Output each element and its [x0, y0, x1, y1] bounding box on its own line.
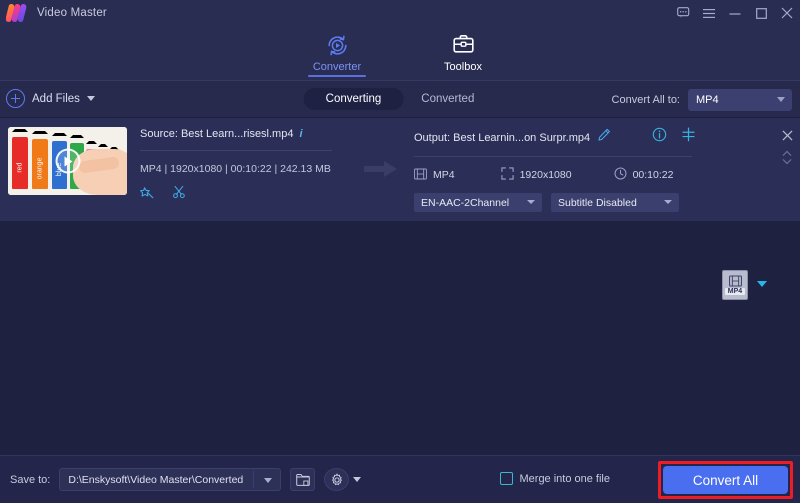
settings-chevron-down-icon[interactable]	[353, 477, 361, 482]
convert-all-to-label: Convert All to:	[612, 94, 680, 106]
output-duration-value: 00:10:22	[633, 169, 674, 181]
add-files-label: Add Files	[32, 93, 80, 105]
hand-in-thumbnail	[73, 149, 127, 195]
tab-converter-label: Converter	[313, 61, 361, 73]
title-bar: Video Master	[0, 0, 800, 26]
converting-converted-segment: Converting Converted	[304, 88, 497, 110]
conversion-list: red orange blue	[0, 118, 800, 455]
minimize-icon[interactable]	[722, 0, 748, 26]
remove-item-button[interactable]	[782, 128, 793, 146]
tab-active-underline	[308, 75, 366, 77]
output-title-row: Output: Best Learnin...on Surpr.mp4	[414, 128, 704, 147]
audio-track-dropdown[interactable]: EN-AAC-2Channel	[414, 193, 542, 212]
video-master-window: Video Master	[0, 0, 800, 503]
maximize-icon[interactable]	[748, 0, 774, 26]
format-dropdown-caret-icon[interactable]	[757, 281, 767, 287]
expand-collapse-icon[interactable]	[782, 150, 792, 170]
merge-checkbox[interactable]	[500, 472, 513, 485]
save-path-value: D:\Enskysoft\Video Master\Converted	[68, 474, 243, 486]
converter-icon	[325, 32, 350, 58]
source-title-row: Source: Best Learn...risesl.mp4 i	[140, 128, 345, 140]
output-action-icons	[652, 127, 696, 147]
tab-toolbox[interactable]: Toolbox	[426, 30, 500, 73]
close-icon[interactable]	[774, 0, 800, 26]
edit-magic-icon[interactable]	[140, 185, 154, 204]
output-metadata-row: MP4 1920x1080	[414, 167, 704, 183]
film-icon	[414, 168, 427, 183]
output-resolution-value: 1920x1080	[520, 169, 572, 181]
output-format-value: MP4	[433, 169, 455, 181]
window-controls	[670, 0, 800, 26]
conversion-item-card: red orange blue	[0, 118, 800, 221]
tab-converter[interactable]: Converter	[300, 30, 374, 73]
output-settings-icon[interactable]	[681, 127, 696, 147]
save-path-input[interactable]: D:\Enskysoft\Video Master\Converted	[59, 468, 281, 491]
main-nav-tabs: Converter Toolbox	[0, 26, 800, 80]
source-info-block: Source: Best Learn...risesl.mp4 i MP4 | …	[140, 128, 345, 204]
menu-icon[interactable]	[696, 0, 722, 26]
chevron-down-icon	[527, 200, 535, 204]
source-tool-icons	[140, 185, 345, 204]
convert-all-to-value: MP4	[696, 94, 719, 106]
toolbox-icon	[451, 32, 476, 58]
convert-all-button[interactable]: Convert All	[663, 466, 788, 494]
audio-track-value: EN-AAC-2Channel	[421, 197, 509, 209]
video-thumbnail[interactable]: red orange blue	[8, 127, 127, 195]
clock-icon	[614, 167, 627, 183]
output-resolution-group: 1920x1080	[501, 167, 572, 183]
play-button-overlay[interactable]	[55, 149, 80, 174]
subtitle-track-dropdown[interactable]: Subtitle Disabled	[551, 193, 679, 212]
source-filename: Source: Best Learn...risesl.mp4	[140, 128, 293, 140]
save-to-label: Save to:	[10, 474, 50, 486]
feedback-icon[interactable]	[670, 0, 696, 26]
output-info-icon[interactable]	[652, 127, 667, 147]
segment-converted[interactable]: Converted	[403, 88, 496, 110]
trim-scissors-icon[interactable]	[172, 185, 186, 204]
save-to-group: Save to: D:\Enskysoft\Video Master\Conve…	[10, 468, 361, 491]
output-duration-group: 00:10:22	[614, 167, 674, 183]
source-divider	[140, 150, 332, 151]
action-toolbar: Add Files Converting Converted Convert A…	[0, 80, 800, 118]
rename-pencil-icon[interactable]	[597, 128, 611, 147]
merge-into-one-file-group[interactable]: Merge into one file	[500, 472, 611, 485]
output-track-dropdowns: EN-AAC-2Channel Subtitle Disabled	[414, 193, 704, 212]
settings-gear-button[interactable]	[324, 468, 349, 491]
conversion-arrow-icon	[364, 160, 398, 183]
app-title: Video Master	[37, 7, 107, 19]
output-info-block: Output: Best Learnin...on Surpr.mp4	[414, 128, 704, 212]
browse-folder-button[interactable]	[290, 468, 315, 491]
plus-circle-icon	[6, 89, 25, 108]
chevron-down-icon	[664, 200, 672, 204]
info-icon[interactable]: i	[299, 128, 302, 140]
format-tag-label: MP4	[725, 288, 745, 295]
convert-all-to-dropdown[interactable]: MP4	[688, 89, 792, 111]
tab-toolbox-label: Toolbox	[444, 61, 482, 73]
output-filename: Output: Best Learnin...on Surpr.mp4	[414, 132, 590, 144]
app-logo-icon	[6, 3, 28, 23]
bottom-bar: Save to: D:\Enskysoft\Video Master\Conve…	[0, 455, 800, 503]
subtitle-track-value: Subtitle Disabled	[558, 197, 637, 209]
chevron-down-icon[interactable]	[87, 96, 95, 101]
source-metadata: MP4 | 1920x1080 | 00:10:22 | 242.13 MB	[140, 163, 345, 175]
path-separator	[253, 471, 254, 488]
resize-icon	[501, 167, 514, 183]
add-files-button[interactable]: Add Files	[6, 89, 95, 108]
output-format-preview[interactable]: MP4	[722, 270, 748, 300]
chevron-down-icon	[777, 97, 785, 102]
convert-all-to-group: Convert All to: MP4	[612, 89, 792, 111]
convert-all-highlight: Convert All	[658, 461, 793, 499]
output-format-group: MP4	[414, 168, 455, 183]
chevron-down-icon[interactable]	[264, 478, 272, 483]
merge-label: Merge into one file	[520, 473, 611, 485]
segment-converting[interactable]: Converting	[304, 88, 404, 110]
settings-group	[324, 468, 361, 491]
output-divider	[414, 156, 692, 157]
